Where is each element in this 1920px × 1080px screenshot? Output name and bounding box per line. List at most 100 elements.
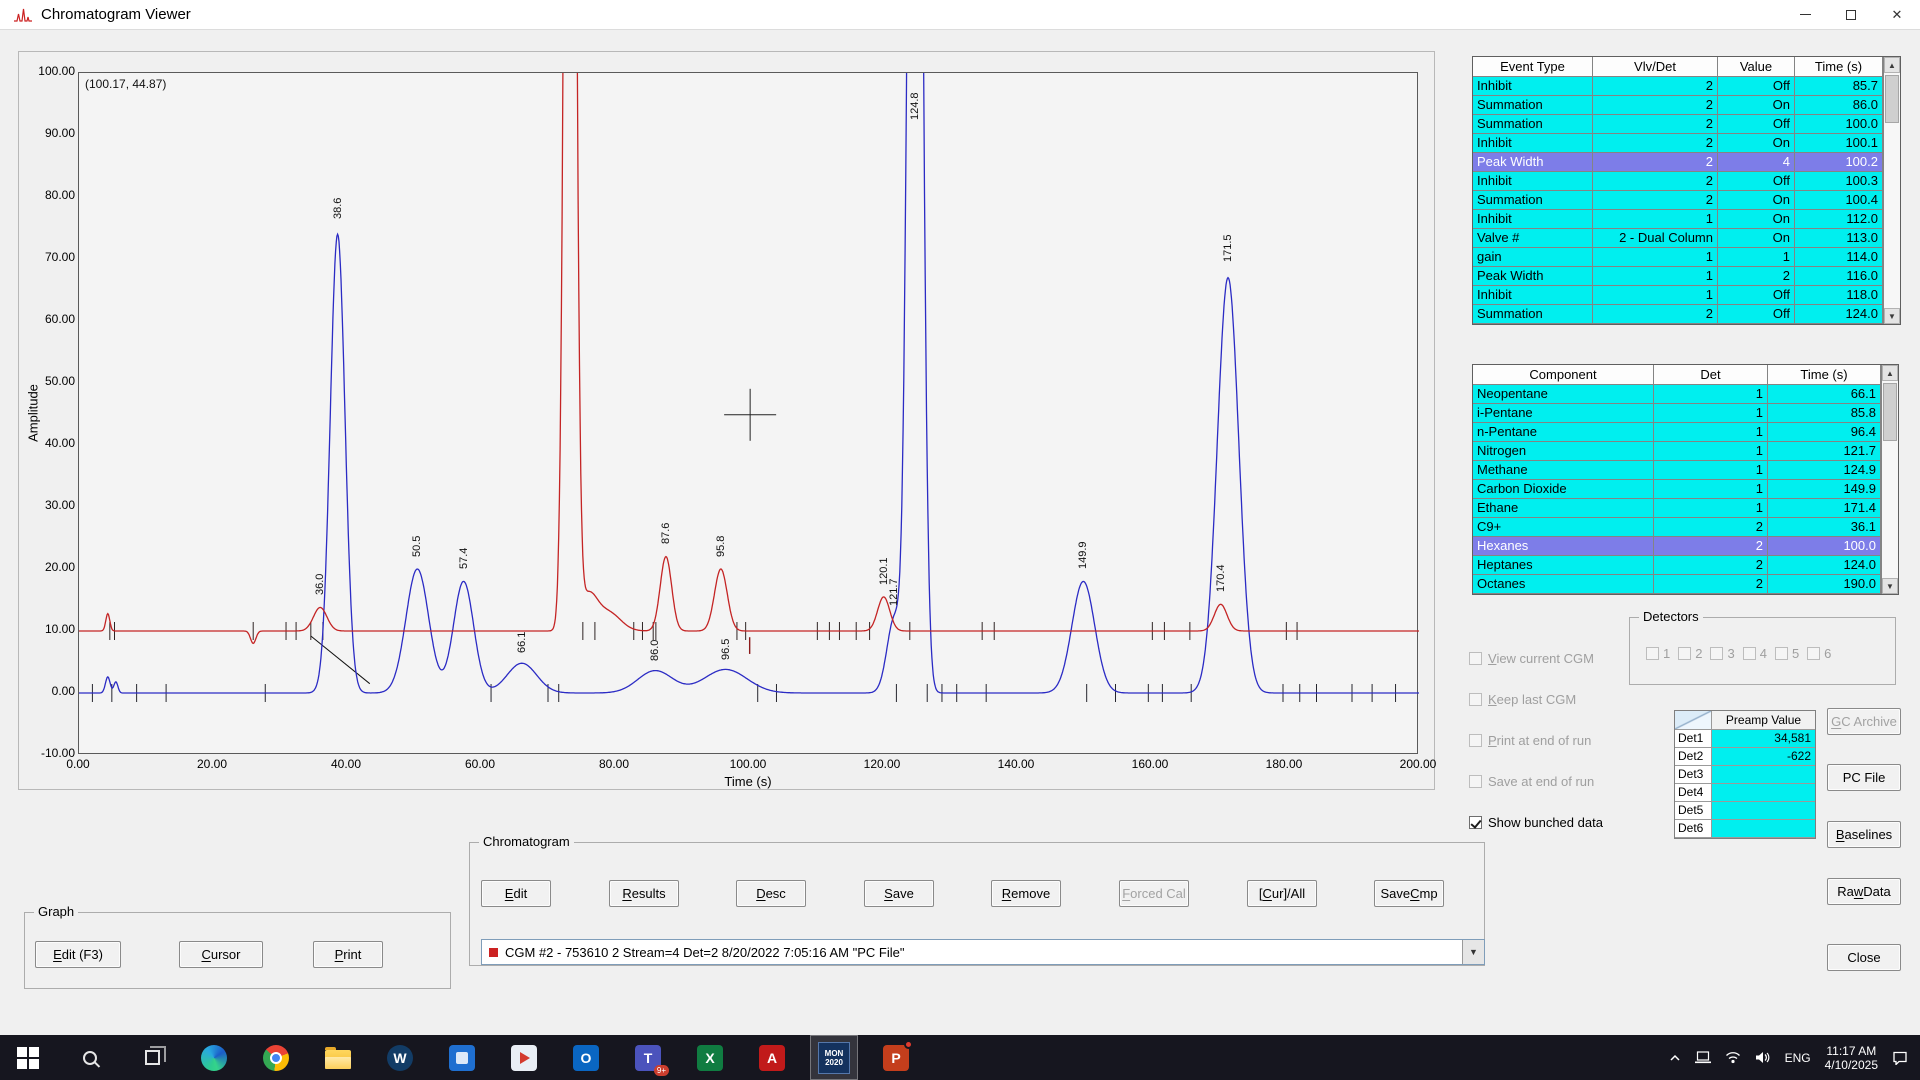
taskbar-edge-icon[interactable]: [190, 1035, 238, 1080]
vertical-scrollbar[interactable]: ▲▼: [1881, 365, 1898, 594]
table-row[interactable]: Inhibit2Off100.3: [1473, 172, 1883, 191]
minimize-button[interactable]: [1782, 0, 1828, 29]
table-cell: 2: [1654, 518, 1768, 537]
checkbox[interactable]: [1469, 816, 1482, 829]
preamp-row-det3[interactable]: Det3: [1675, 766, 1815, 784]
table-row[interactable]: Hexanes2100.0: [1473, 537, 1881, 556]
table-row[interactable]: Nitrogen1121.7: [1473, 442, 1881, 461]
preamp-row-det2[interactable]: Det2-622: [1675, 748, 1815, 766]
scrollbar-thumb[interactable]: [1883, 383, 1897, 441]
table-row[interactable]: Inhibit2On100.1: [1473, 134, 1883, 153]
option-show-bunched-data[interactable]: Show bunched data: [1469, 812, 1603, 832]
scrollbar-track[interactable]: [1884, 73, 1900, 308]
selected-chromatogram-text: CGM #2 - 753610 2 Stream=4 Det=2 8/20/20…: [505, 945, 1462, 960]
taskbar-start-icon[interactable]: [4, 1035, 52, 1080]
save-button[interactable]: Save: [864, 880, 934, 907]
table-row[interactable]: Summation2Off100.0: [1473, 115, 1883, 134]
x-tick-label: 100.00: [718, 757, 778, 771]
table-row[interactable]: Inhibit1Off118.0: [1473, 286, 1883, 305]
taskbar-excel-icon[interactable]: X: [686, 1035, 734, 1080]
scroll-down-button[interactable]: ▼: [1882, 578, 1898, 594]
scrollbar-track[interactable]: [1882, 381, 1898, 578]
results-button[interactable]: Results: [609, 880, 679, 907]
column-header-event-type[interactable]: Event Type: [1473, 57, 1593, 77]
preamp-row-det4[interactable]: Det4: [1675, 784, 1815, 802]
table-row[interactable]: Methane1124.9: [1473, 461, 1881, 480]
taskbar-app-media-icon[interactable]: [500, 1035, 548, 1080]
desc-button[interactable]: Desc: [736, 880, 806, 907]
close-button[interactable]: Close: [1827, 944, 1901, 971]
table-row[interactable]: Inhibit2Off85.7: [1473, 77, 1883, 96]
table-row[interactable]: Inhibit1On112.0: [1473, 210, 1883, 229]
checkbox-label: 3: [1727, 646, 1734, 661]
maximize-button[interactable]: [1828, 0, 1874, 29]
language-indicator[interactable]: ENG: [1785, 1051, 1811, 1065]
column-header-det[interactable]: Det: [1654, 365, 1768, 385]
checkbox-label: Keep last CGM: [1488, 692, 1576, 707]
table-row[interactable]: Peak Width24100.2: [1473, 153, 1883, 172]
table-row[interactable]: n-Pentane196.4: [1473, 423, 1881, 442]
remove-button[interactable]: Remove: [991, 880, 1061, 907]
taskbar-acrobat-icon[interactable]: A: [748, 1035, 796, 1080]
table-row[interactable]: C9+236.1: [1473, 518, 1881, 537]
table-row[interactable]: Summation2On86.0: [1473, 96, 1883, 115]
preamp-row-det5[interactable]: Det5: [1675, 802, 1815, 820]
device-icon[interactable]: [1695, 1051, 1711, 1064]
taskbar-mon2020-icon[interactable]: MON2020: [810, 1035, 858, 1080]
table-row[interactable]: Heptanes2124.0: [1473, 556, 1881, 575]
clock[interactable]: 11:17 AM 4/10/2025: [1825, 1044, 1878, 1072]
taskbar-teams-icon[interactable]: T9+: [624, 1035, 672, 1080]
table-cell: Off: [1718, 305, 1795, 324]
edit-button[interactable]: Edit: [481, 880, 551, 907]
taskbar-task-view-icon[interactable]: [128, 1035, 176, 1080]
combo-dropdown-button[interactable]: ▼: [1462, 940, 1484, 964]
table-row[interactable]: Peak Width12116.0: [1473, 267, 1883, 286]
vertical-scrollbar[interactable]: ▲▼: [1883, 57, 1900, 324]
chromatogram-selector-combobox[interactable]: CGM #2 - 753610 2 Stream=4 Det=2 8/20/20…: [481, 939, 1485, 965]
column-header-value[interactable]: Value: [1718, 57, 1795, 77]
save-cmp-button[interactable]: Save Cmp: [1374, 880, 1444, 907]
close-window-button[interactable]: ✕: [1874, 0, 1920, 29]
taskbar-search-icon[interactable]: [66, 1035, 114, 1080]
volume-icon[interactable]: [1755, 1051, 1771, 1064]
preamp-row-det1[interactable]: Det134,581: [1675, 730, 1815, 748]
taskbar-outlook-icon[interactable]: O: [562, 1035, 610, 1080]
taskbar-file-explorer-icon[interactable]: [314, 1035, 362, 1080]
action-center-icon[interactable]: [1892, 1051, 1908, 1065]
preamp-row-det6[interactable]: Det6: [1675, 820, 1815, 838]
table-row[interactable]: Valve #2 - Dual ColumnOn113.0: [1473, 229, 1883, 248]
scroll-down-button[interactable]: ▼: [1884, 308, 1900, 324]
scrollbar-thumb[interactable]: [1885, 75, 1899, 123]
taskbar-powerpoint-icon[interactable]: P: [872, 1035, 920, 1080]
cursor-button[interactable]: Cursor: [179, 941, 263, 968]
pc-file-button[interactable]: PC File: [1827, 764, 1901, 791]
window-body: Amplitude 100.0090.0080.0070.0060.0050.0…: [0, 30, 1920, 1035]
table-row[interactable]: Ethane1171.4: [1473, 499, 1881, 518]
column-header-component[interactable]: Component: [1473, 365, 1654, 385]
scroll-up-button[interactable]: ▲: [1884, 57, 1900, 73]
scroll-up-button[interactable]: ▲: [1882, 365, 1898, 381]
taskbar-webex-icon[interactable]: W: [376, 1035, 424, 1080]
print-button[interactable]: Print: [313, 941, 383, 968]
table-row[interactable]: Neopentane166.1: [1473, 385, 1881, 404]
taskbar-chrome-icon[interactable]: [252, 1035, 300, 1080]
plot-area[interactable]: (100.17, 44.87) 36.038.650.557.466.186.0…: [78, 72, 1418, 754]
column-header-vlv-det[interactable]: Vlv/Det: [1593, 57, 1718, 77]
table-cell: 1: [1654, 423, 1768, 442]
table-row[interactable]: i-Pentane185.8: [1473, 404, 1881, 423]
table-row[interactable]: Octanes2190.0: [1473, 575, 1881, 594]
table-row[interactable]: Summation2On100.4: [1473, 191, 1883, 210]
raw-data-button[interactable]: Raw Data: [1827, 878, 1901, 905]
table-cell: Inhibit: [1473, 172, 1593, 191]
column-header-time-s[interactable]: Time (s): [1795, 57, 1883, 77]
cur-all-button[interactable]: [Cur]/All: [1247, 880, 1317, 907]
taskbar-app-blue-icon[interactable]: [438, 1035, 486, 1080]
baselines-button[interactable]: Baselines: [1827, 821, 1901, 848]
table-row[interactable]: Carbon Dioxide1149.9: [1473, 480, 1881, 499]
column-header-time-s[interactable]: Time (s): [1768, 365, 1881, 385]
hidden-icons-chevron[interactable]: [1669, 1054, 1681, 1062]
table-row[interactable]: gain11114.0: [1473, 248, 1883, 267]
network-icon[interactable]: [1725, 1051, 1741, 1064]
edit-f3-button[interactable]: Edit (F3): [35, 941, 121, 968]
table-row[interactable]: Summation2Off124.0: [1473, 305, 1883, 324]
